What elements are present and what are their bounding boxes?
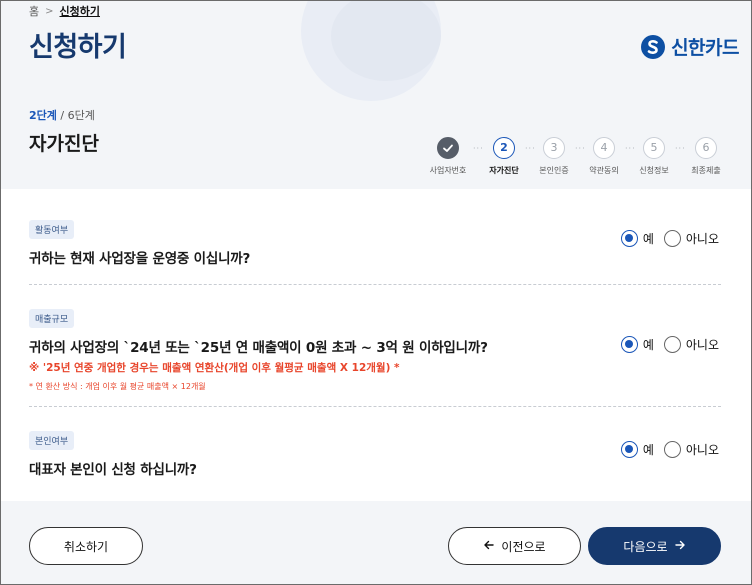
step-count: 2단계 / 6단계 [29, 107, 95, 123]
radio-label: 예 [642, 443, 654, 457]
arrow-left-icon [483, 539, 495, 554]
total-steps: 6단계 [67, 109, 95, 122]
revenue-note: ※ '25년 연중 개업한 경우는 매출액 연환산(개업 이후 월평균 매출액 … [29, 362, 400, 374]
breadcrumb-current[interactable]: 신청하기 [60, 3, 100, 19]
section-title: 자가진단 [29, 133, 99, 155]
revenue-note-small: * 연 환산 방식 : 개업 이후 월 평균 매출액 × 12개월 [29, 382, 206, 391]
radio-yes[interactable]: 예 [620, 336, 654, 353]
radio-label: 예 [642, 338, 654, 352]
check-icon [437, 137, 459, 159]
prev-label: 이전으로 [501, 539, 546, 554]
page-title: 신청하기 [29, 32, 127, 63]
step-label: 약관동의 [589, 166, 619, 175]
step-number: 4 [593, 137, 615, 159]
step-number: 5 [643, 137, 665, 159]
cancel-button[interactable]: 취소하기 [29, 527, 143, 565]
divider [29, 406, 721, 407]
breadcrumb: 홈 > 신청하기 [29, 3, 100, 19]
step-5: 5 신청정보 [631, 137, 677, 176]
step-6: 6 최종제출 [683, 137, 729, 176]
step-label: 사업자번호 [429, 166, 467, 175]
question-text: 귀하는 현재 사업장을 운영중 이십니까? [29, 251, 251, 267]
radio-yes[interactable]: 예 [620, 230, 654, 247]
question-tag: 매출규모 [29, 309, 75, 328]
arrow-right-icon [674, 539, 686, 554]
question-tag: 활동여부 [29, 220, 75, 239]
step-1: 사업자번호 [425, 137, 471, 176]
radio-selected-icon[interactable] [620, 230, 638, 247]
step-4: 4 약관동의 [581, 137, 627, 176]
radio-group-identity: 예 아니오 [620, 441, 719, 458]
step-3: 3 본인인증 [531, 137, 577, 176]
step-number: 2 [493, 137, 515, 159]
step-label: 최종제출 [691, 166, 721, 175]
prev-button[interactable]: 이전으로 [448, 527, 581, 565]
question-identity: 본인여부 대표자 본인이 신청 하십니까? [29, 429, 721, 478]
radio-label: 아니오 [685, 443, 719, 457]
radio-unselected-icon[interactable] [663, 230, 681, 247]
shinhan-logo-icon [641, 34, 666, 59]
radio-yes[interactable]: 예 [620, 441, 654, 458]
radio-label: 아니오 [685, 338, 719, 352]
step-label: 자가진단 [489, 166, 519, 175]
radio-no[interactable]: 아니오 [663, 336, 719, 353]
next-label: 다음으로 [623, 539, 668, 554]
header-band: 홈 > 신청하기 신청하기 신한카드 2단계 / 6단계 자가진단 사업자번호 … [1, 1, 751, 189]
radio-group-revenue: 예 아니오 [620, 336, 719, 353]
question-activity: 활동여부 귀하는 현재 사업장을 운영중 이십니까? [29, 218, 721, 267]
radio-unselected-icon[interactable] [663, 336, 681, 353]
question-text: 대표자 본인이 신청 하십니까? [29, 462, 197, 478]
current-step: 2단계 [29, 109, 57, 122]
radio-selected-icon[interactable] [620, 336, 638, 353]
breadcrumb-separator-icon: > [45, 5, 54, 17]
step-number: 3 [543, 137, 565, 159]
step-label: 신청정보 [639, 166, 669, 175]
radio-label: 아니오 [685, 232, 719, 246]
cancel-label: 취소하기 [63, 539, 109, 554]
next-button[interactable]: 다음으로 [588, 527, 721, 565]
step-indicator: 사업자번호 ··· 2 자가진단 ··· 3 본인인증 ··· 4 약관동의 ·… [425, 137, 727, 177]
radio-group-activity: 예 아니오 [620, 230, 719, 247]
radio-label: 예 [642, 232, 654, 246]
brand-logo: 신한카드 [641, 33, 739, 60]
breadcrumb-home[interactable]: 홈 [29, 3, 39, 19]
step-label: 본인인증 [539, 166, 569, 175]
radio-no[interactable]: 아니오 [663, 230, 719, 247]
brand-name: 신한카드 [671, 37, 739, 59]
radio-selected-icon[interactable] [620, 441, 638, 458]
radio-no[interactable]: 아니오 [663, 441, 719, 458]
divider [29, 284, 721, 285]
question-text: 귀하의 사업장의 `24년 또는 `25년 연 매출액이 0원 초과 ~ 3억 … [29, 340, 488, 356]
step-number: 6 [695, 137, 717, 159]
question-tag: 본인여부 [29, 431, 75, 450]
step-separator: / [60, 109, 65, 122]
step-2: 2 자가진단 [481, 137, 527, 176]
radio-unselected-icon[interactable] [663, 441, 681, 458]
question-revenue: 매출규모 귀하의 사업장의 `24년 또는 `25년 연 매출액이 0원 초과 … [29, 307, 721, 392]
